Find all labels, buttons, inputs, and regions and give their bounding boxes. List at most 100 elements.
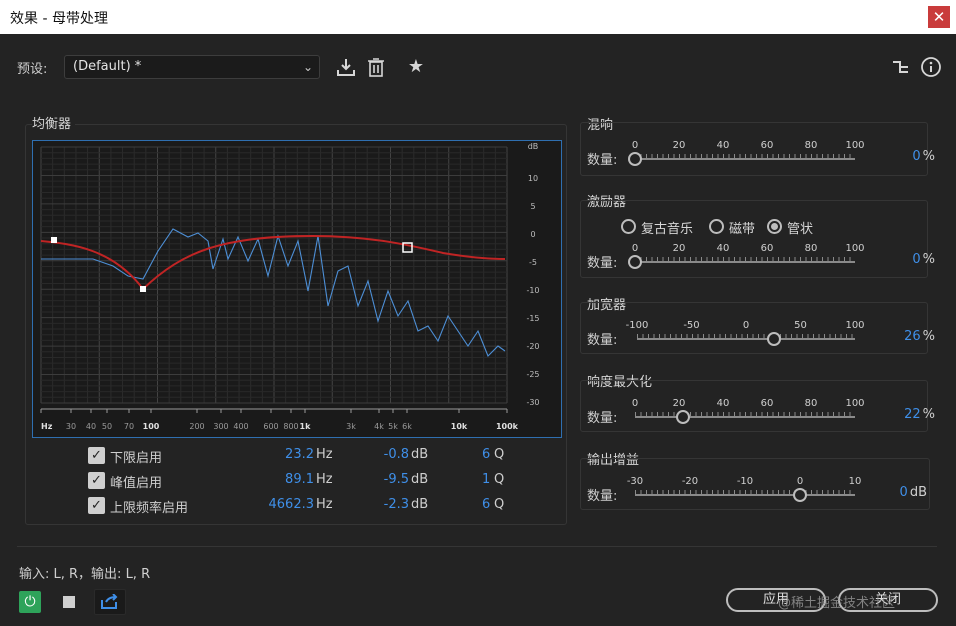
- amount-value[interactable]: 0%: [875, 252, 935, 267]
- slider-tick-label: -20: [681, 476, 699, 487]
- slider-tick-label: 100: [845, 243, 865, 254]
- slider-thumb[interactable]: [628, 255, 642, 269]
- footer-divider: [17, 546, 937, 547]
- db-tick-label: -15: [526, 314, 539, 323]
- stop-button[interactable]: [63, 596, 75, 608]
- band-q[interactable]: 6: [482, 497, 490, 512]
- high-band-checkbox[interactable]: ✓: [88, 497, 105, 514]
- mode-radio-retro[interactable]: [621, 219, 636, 234]
- routing-icon[interactable]: [890, 56, 912, 78]
- close-window-button[interactable]: ✕: [928, 6, 950, 28]
- slider-tick-label: 100: [845, 320, 865, 331]
- freq-tick-label: 200: [189, 422, 204, 431]
- band-q-unit: Q: [494, 497, 505, 512]
- amount-label: 数量:: [587, 256, 618, 271]
- slider-tick-label: 0: [631, 243, 639, 254]
- trash-icon[interactable]: [365, 56, 387, 78]
- db-tick-label: -5: [529, 258, 537, 267]
- slider-tick-label: 100: [845, 398, 865, 409]
- info-icon[interactable]: [920, 56, 942, 78]
- slider-tick-label: 10: [848, 476, 862, 487]
- amount-value[interactable]: 0 dB: [875, 485, 927, 500]
- band-row-high: ✓ 上限频率启用 4662.3 Hz -2.3 dB 6 Q: [88, 495, 508, 517]
- power-button[interactable]: ⏻: [19, 591, 41, 613]
- amount-label: 数量:: [587, 489, 618, 504]
- peak-band-handle[interactable]: [140, 286, 146, 292]
- slider-tick-label: 40: [716, 243, 730, 254]
- freq-tick-label: 3k: [346, 422, 356, 431]
- freq-tick-label: 600: [263, 422, 278, 431]
- freq-tick-label: 40: [86, 422, 96, 431]
- band-gain[interactable]: -2.3: [384, 497, 409, 512]
- freq-tick-label: 100: [143, 422, 160, 431]
- freq-tick-label: 1k: [300, 422, 312, 431]
- slider-tick-label: 0: [796, 476, 804, 487]
- preset-label: 预设:: [17, 62, 48, 77]
- db-tick-label: -30: [526, 398, 539, 407]
- band-row-low: ✓ 下限启用 23.2 Hz -0.8 dB 6 Q: [88, 445, 508, 467]
- equalizer-svg: Hz 30 40 50 70 100 200 300 400 600 800 1k 3k 4k 5k 6k 10…: [40, 142, 540, 431]
- slider-ticks: [637, 334, 855, 338]
- band-gain-unit: dB: [411, 447, 429, 462]
- band-freq[interactable]: 89.1: [285, 472, 314, 487]
- slider-track[interactable]: [635, 494, 855, 496]
- slider-tick-label: 80: [804, 243, 818, 254]
- freq-tick-label: 30: [66, 422, 76, 431]
- db-tick-label: 10: [528, 174, 538, 183]
- band-freq[interactable]: 4662.3: [269, 497, 315, 512]
- loop-playback-button[interactable]: [94, 589, 126, 615]
- slider-track[interactable]: [635, 158, 855, 160]
- preset-dropdown[interactable]: (Default) * ⌄: [64, 55, 320, 79]
- slider-ticks: [635, 490, 855, 494]
- slider-ticks: [635, 412, 855, 416]
- mode-radio-tube[interactable]: [767, 219, 782, 234]
- low-band-checkbox[interactable]: ✓: [88, 447, 105, 464]
- slider-thumb[interactable]: [628, 152, 642, 166]
- low-band-handle[interactable]: [51, 237, 57, 243]
- slider-track[interactable]: [635, 416, 855, 418]
- slider-track[interactable]: [635, 261, 855, 263]
- download-icon[interactable]: [335, 56, 357, 78]
- star-icon[interactable]: ★: [405, 56, 427, 78]
- slider-tick-label: 0: [631, 398, 639, 409]
- band-gain[interactable]: -0.8: [384, 447, 409, 462]
- freq-tick-label: 800: [283, 422, 298, 431]
- slider-tick-label: 60: [760, 398, 774, 409]
- band-freq[interactable]: 23.2: [285, 447, 314, 462]
- mode-label-tube: 管状: [787, 222, 814, 237]
- mode-label-retro: 复古音乐: [641, 222, 694, 237]
- band-label: 峰值启用: [110, 476, 163, 491]
- freq-tick-label: 400: [233, 422, 248, 431]
- db-tick-label: 0: [530, 230, 535, 239]
- slider-thumb[interactable]: [767, 332, 782, 346]
- slider-thumb[interactable]: [676, 410, 691, 424]
- freq-tick-label: 6k: [402, 422, 412, 431]
- freq-tick-label: 5k: [388, 422, 398, 431]
- chevron-down-icon: ⌄: [302, 60, 313, 74]
- amount-value[interactable]: 0%: [875, 149, 935, 164]
- equalizer-graph[interactable]: Hz 30 40 50 70 100 200 300 400 600 800 1k 3k 4k 5k 6k 10…: [32, 140, 562, 438]
- db-tick-label: -20: [526, 342, 539, 351]
- slider-tick-label: 80: [804, 140, 818, 151]
- peak-band-checkbox[interactable]: ✓: [88, 472, 105, 489]
- slider-thumb[interactable]: [793, 488, 807, 502]
- slider-tick-label: 60: [760, 243, 774, 254]
- slider-track[interactable]: [637, 338, 855, 340]
- band-freq-unit: Hz: [316, 472, 333, 487]
- mode-label-tape: 磁带: [729, 222, 756, 237]
- freq-tick-label: 4k: [374, 422, 384, 431]
- band-q[interactable]: 1: [482, 472, 490, 487]
- amount-number: 26: [904, 329, 921, 344]
- amount-value[interactable]: 26%: [875, 329, 935, 344]
- amount-label: 数量:: [587, 333, 618, 348]
- amount-value[interactable]: 22%: [875, 407, 935, 422]
- band-row-peak: ✓ 峰值启用 89.1 Hz -9.5 dB 1 Q: [88, 470, 508, 492]
- band-gain[interactable]: -9.5: [384, 472, 409, 487]
- band-q-unit: Q: [494, 472, 505, 487]
- band-q[interactable]: 6: [482, 447, 490, 462]
- title-bar: 效果 - 母带处理 ✕: [0, 0, 956, 34]
- mode-radio-tape[interactable]: [709, 219, 724, 234]
- slider-ticks: [635, 154, 855, 158]
- preset-value: (Default) *: [73, 59, 142, 74]
- watermark: @稀土掘金技术社区: [778, 596, 896, 611]
